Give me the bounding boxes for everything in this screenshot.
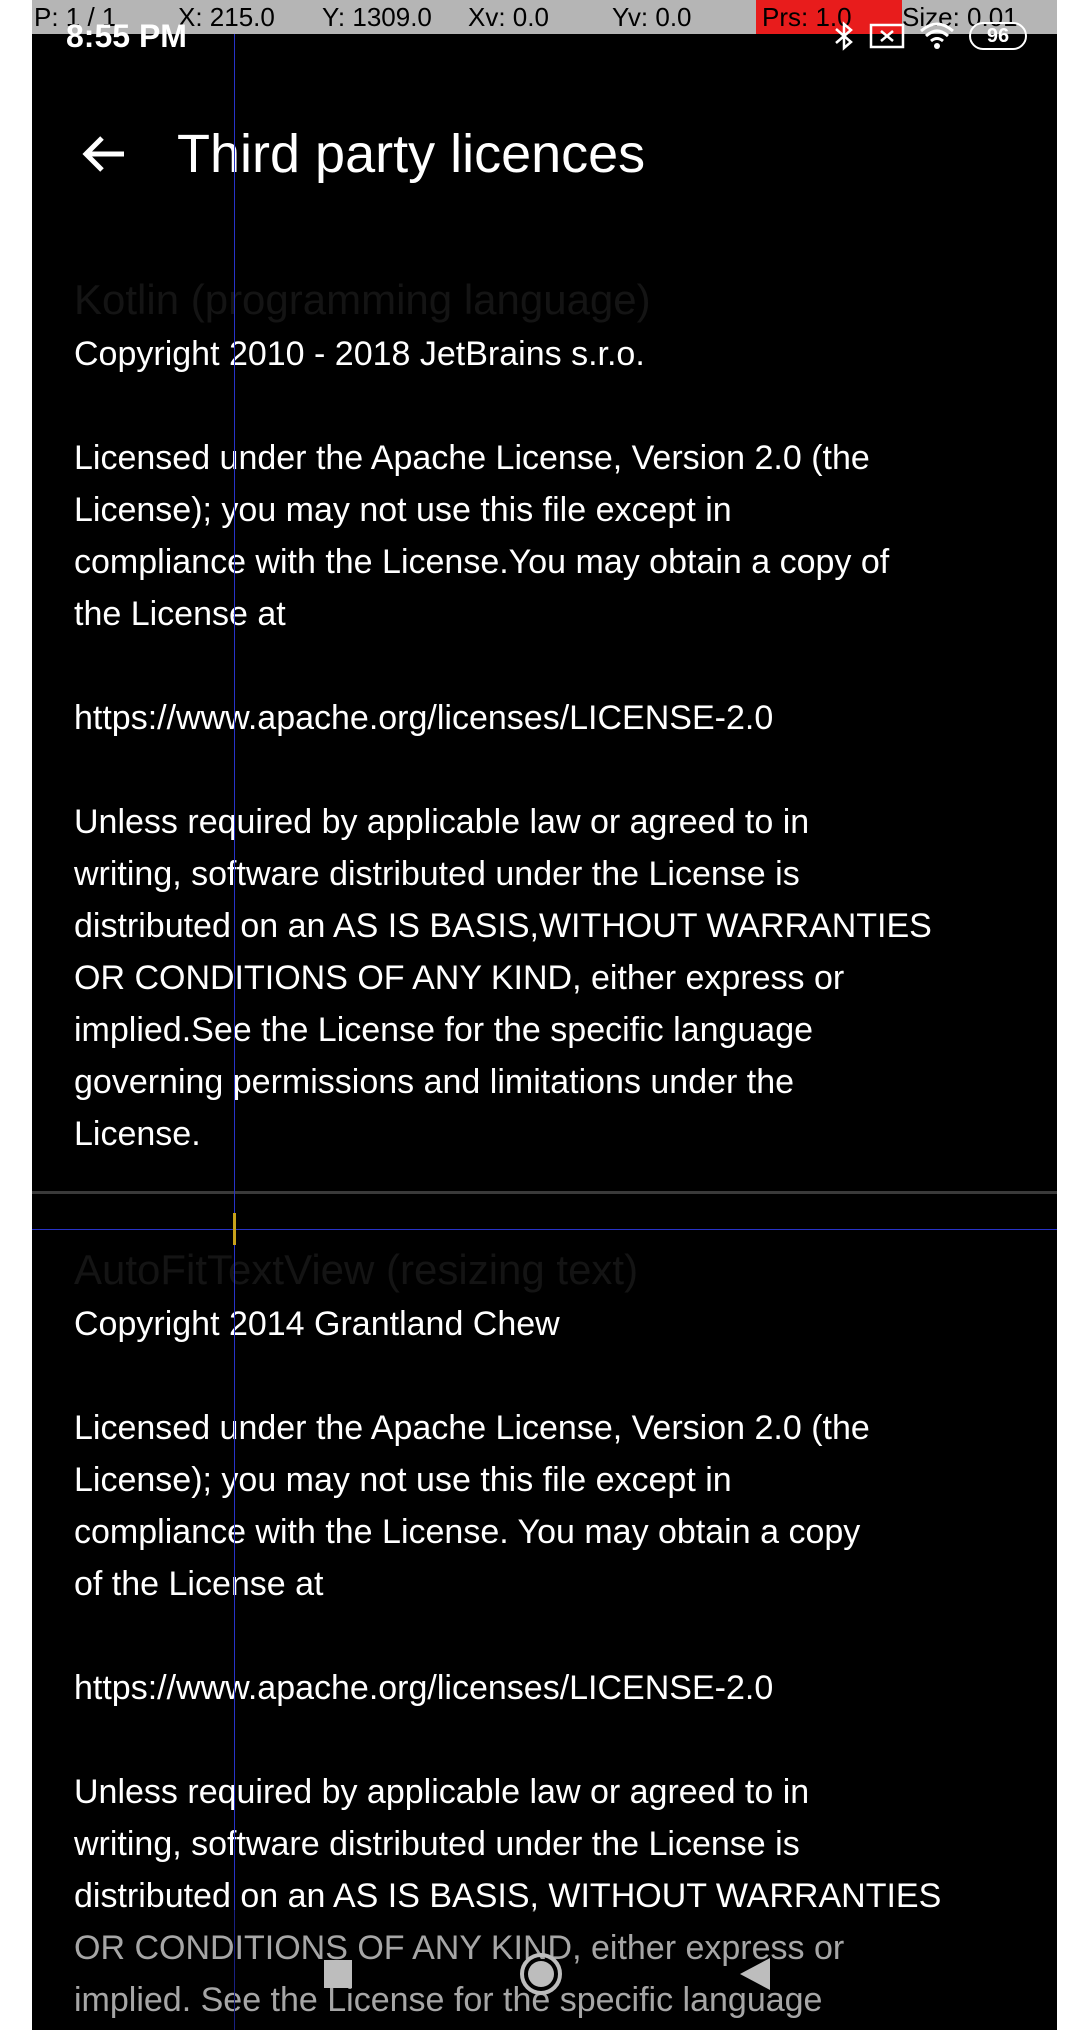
recent-apps-icon	[314, 1960, 362, 2002]
licence-line: Licensed under the Apache License, Versi…	[74, 1409, 870, 1447]
back-button[interactable]	[72, 124, 136, 188]
licence-line: OR CONDITIONS OF ANY KIND, either expres…	[74, 959, 845, 997]
licence-line: of the License at	[74, 1565, 324, 1603]
licence-line: governing permissions and limitations un…	[74, 1063, 795, 1101]
licence-paragraph: Licensed under the Apache License, Versi…	[74, 1402, 1034, 1610]
recent-apps-button[interactable]	[314, 1950, 362, 1998]
navigation-bar	[32, 1910, 1057, 2030]
arrow-left-icon	[80, 130, 128, 183]
section-divider	[32, 1191, 1057, 1194]
licence-line: the License at	[74, 595, 286, 633]
home-icon	[517, 1953, 565, 2002]
licence-link[interactable]: https://www.apache.org/licenses/LICENSE-…	[74, 699, 773, 737]
licence-line: Copyright 2014 Grantland Chew	[74, 1305, 560, 1343]
toolbar: Third party licences	[32, 100, 1057, 210]
pointer-crosshair-vertical	[234, 0, 235, 2030]
bluetooth-icon	[833, 20, 855, 52]
wifi-icon	[919, 21, 955, 51]
licence-paragraph: Licensed under the Apache License, Versi…	[74, 432, 1034, 640]
home-button[interactable]	[517, 1950, 565, 1998]
licence-line: Unless required by applicable law or agr…	[74, 803, 810, 841]
status-icons: 96	[833, 20, 1027, 52]
status-bar: 8:55 PM 96	[32, 16, 1057, 72]
licence-line: License.	[74, 1115, 201, 1153]
licence-heading: Kotlin (programming language)	[74, 276, 651, 323]
licence-line: writing, software distributed under the …	[74, 1825, 800, 1863]
phone-screen: P: 1 / 1 X: 215.0 Y: 1309.0 Xv: 0.0 Yv: …	[32, 0, 1057, 2030]
licence-line: distributed on an AS IS BASIS,WITHOUT WA…	[74, 907, 932, 945]
battery-icon: 96	[969, 22, 1027, 50]
licence-line: Licensed under the Apache License, Versi…	[74, 439, 870, 477]
licence-link[interactable]: https://www.apache.org/licenses/LICENSE-…	[74, 1669, 773, 1707]
nav-back-button[interactable]	[732, 1950, 780, 1998]
licence-line: implied.See the License for the specific…	[74, 1011, 814, 1049]
licence-line: License); you may not use this file exce…	[74, 1461, 732, 1499]
status-time: 8:55 PM	[66, 18, 187, 54]
battery-level: 96	[986, 25, 1010, 47]
licence-body: Copyright 2010 - 2018 JetBrains s.r.o. L…	[74, 328, 1034, 1212]
licence-line: License); you may not use this file exce…	[74, 491, 732, 529]
page-title: Third party licences	[177, 124, 646, 184]
licence-paragraph: Copyright 2014 Grantland Chew	[74, 1298, 1034, 1350]
licence-line: Copyright 2010 - 2018 JetBrains s.r.o.	[74, 335, 645, 373]
licence-line: Unless required by applicable law or agr…	[74, 1773, 810, 1811]
back-triangle-icon	[732, 1958, 780, 2002]
pointer-touch-mark	[233, 1213, 236, 1245]
licence-line: writing, software distributed under the …	[74, 855, 800, 893]
licence-paragraph: https://www.apache.org/licenses/LICENSE-…	[74, 692, 1034, 744]
licence-paragraph: Copyright 2010 - 2018 JetBrains s.r.o.	[74, 328, 1034, 380]
licence-paragraph: Unless required by applicable law or agr…	[74, 796, 1034, 1160]
licence-line: compliance with the License. You may obt…	[74, 1513, 861, 1551]
pointer-crosshair-horizontal	[32, 1229, 1057, 1230]
x-box-icon	[869, 22, 905, 50]
licence-heading: AutoFitTextView (resizing text)	[74, 1246, 639, 1293]
licence-paragraph: https://www.apache.org/licenses/LICENSE-…	[74, 1662, 1034, 1714]
licence-line: compliance with the License.You may obta…	[74, 543, 890, 581]
